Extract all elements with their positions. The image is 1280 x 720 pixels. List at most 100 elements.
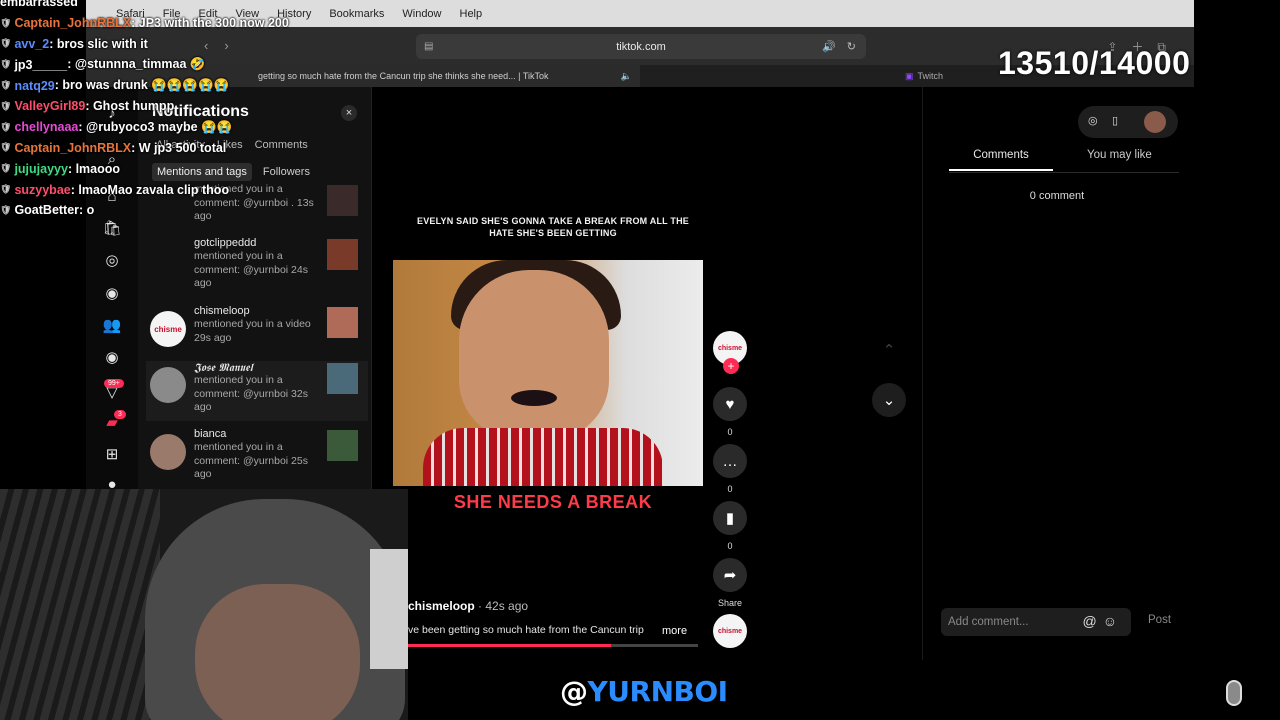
chat-message: 🛡 avv_2: bros slic with it	[0, 34, 420, 55]
phone-icon[interactable]: ▯	[1112, 114, 1118, 127]
chat-username: Captain_JohnRBLX	[14, 16, 132, 31]
chat-badge-icon: 🛡	[0, 184, 12, 195]
video-feed: EVELYN SAID SHE'S GONNA TAKE A BREAK FRO…	[372, 87, 922, 660]
notification-thumbnail[interactable]	[327, 363, 358, 394]
explore-icon[interactable]: ◎	[100, 248, 124, 272]
audio-playing-icon[interactable]: 🔊	[822, 40, 836, 53]
notification-thumbnail[interactable]	[327, 239, 358, 270]
chat-badge-icon: 🛡	[0, 121, 12, 132]
video-overlay-caption: EVELYN SAID SHE'S GONNA TAKE A BREAK FRO…	[417, 216, 689, 238]
video-player[interactable]	[393, 260, 703, 486]
tab-comments-right[interactable]: Comments	[949, 149, 1053, 171]
comment-placeholder: Add comment...	[948, 616, 1029, 628]
chat-message: 🛡 suzyybae: lmaoMao zavala clip thoo	[0, 179, 420, 200]
chat-badge-icon: 🛡	[0, 80, 12, 91]
video-subject-shirt	[423, 428, 663, 486]
more-button[interactable]: more	[662, 625, 687, 637]
chat-text: : @rubyoco3 maybe 😭😭	[78, 119, 233, 134]
friends-icon[interactable]: 👥	[100, 313, 124, 337]
chat-username: suzyybae	[14, 182, 71, 197]
comment-count: 0	[727, 484, 733, 494]
chat-text: : @stunnna_timmaa 🤣	[67, 57, 206, 72]
activity-badge: 99+	[104, 379, 124, 388]
chat-text: : lmaooo	[67, 161, 121, 176]
chat-text: : lmaoMao zavala clip thoo	[70, 182, 230, 197]
chevron-up-icon[interactable]: ⌃	[872, 333, 906, 367]
chat-message: embarrassed	[0, 0, 420, 13]
chat-message: 🛡 Captain_JohnRBLX: W jp3 500 total	[0, 138, 420, 159]
tab-you-may-like[interactable]: You may like	[1087, 149, 1152, 161]
mention-emoji-icons[interactable]: @☺	[1082, 613, 1123, 629]
page-menu-icon[interactable]: ▤	[424, 41, 433, 52]
following-avatar-icon[interactable]: ◉	[100, 281, 124, 305]
url-text: tiktok.com	[616, 40, 666, 53]
notification-item[interactable]: bianca mentioned you in a comment: @yurn…	[146, 428, 368, 488]
share-icon[interactable]: ➦	[713, 558, 747, 592]
device-icons: ◎ ▯	[1078, 106, 1178, 138]
chat-username: jp3_____	[14, 57, 68, 72]
follow-plus-icon[interactable]: +	[723, 358, 739, 374]
notification-item[interactable]: gotclippeddd mentioned you in a comment:…	[146, 237, 368, 297]
stream-chat-overlay: embarrassed 🛡 Captain_JohnRBLX: JP3 with t…	[0, 0, 420, 221]
reload-icon[interactable]: ↻	[847, 40, 856, 53]
chat-username: jujujayyy	[14, 161, 68, 176]
chat-text: : W jp3 500 total	[131, 140, 227, 155]
notification-item[interactable]: 𝕵𝖔𝖘𝖊 𝕸𝖆𝖓𝖚𝖊𝖑 mentioned you in a comment: …	[146, 361, 368, 421]
video-subject-face	[459, 270, 609, 440]
handle-at: @	[560, 675, 588, 708]
comment-input[interactable]: Add comment... @☺	[941, 608, 1131, 636]
notification-thumbnail[interactable]	[327, 430, 358, 461]
video-author[interactable]: chismeloop · 42s ago	[408, 599, 528, 613]
chat-text: : bro was drunk 😭😭😭😭😭	[54, 78, 230, 93]
user-avatar[interactable]	[1144, 111, 1166, 133]
video-subject-lips	[511, 390, 557, 406]
video-author-name[interactable]: chismeloop	[408, 599, 475, 613]
chat-badge-icon: 🛡	[0, 204, 12, 215]
heart-icon[interactable]: ♥	[713, 387, 747, 421]
video-progress-fill	[408, 644, 611, 647]
webcam-blinds	[0, 489, 160, 720]
avatar[interactable]: chisme	[150, 311, 186, 347]
menu-help[interactable]: Help	[460, 8, 483, 20]
address-bar[interactable]: ▤ tiktok.com 🔊 ↻	[416, 34, 866, 59]
video-progress-bar[interactable]	[408, 644, 698, 647]
like-count: 0	[727, 427, 733, 437]
avatar[interactable]	[150, 434, 186, 470]
chat-badge-icon: 🛡	[0, 17, 12, 28]
chat-badge-icon: 🛡	[0, 142, 12, 153]
notification-item[interactable]: chisme chismeloop mentioned you in a vid…	[146, 305, 368, 365]
chat-username: Captain_JohnRBLX	[14, 140, 132, 155]
notification-user[interactable]: gotclippeddd	[194, 237, 256, 249]
live-icon[interactable]: ◉	[100, 345, 124, 369]
goal-counter: 13510/14000	[998, 45, 1191, 81]
chat-message: 🛡 GoatBetter: o	[0, 200, 420, 221]
chat-text: : Ghost humpp	[85, 99, 175, 114]
tab-mute-icon[interactable]: 🔈	[621, 71, 632, 82]
right-tabs: Comments You may like	[949, 145, 1179, 173]
video-title-text: SHE NEEDS A BREAK	[453, 492, 653, 512]
notification-user[interactable]: 𝕵𝖔𝖘𝖊 𝕸𝖆𝖓𝖚𝖊𝖑	[194, 361, 253, 375]
video-age: · 42s ago	[474, 599, 529, 613]
notification-user[interactable]: chismeloop	[194, 305, 250, 317]
chat-username: avv_2	[14, 36, 50, 51]
chat-username: embarrassed	[0, 0, 78, 10]
comment-icon[interactable]: …	[713, 444, 747, 478]
compass-icon[interactable]: ◎	[1088, 114, 1098, 127]
sound-disc-icon[interactable]: chisme	[713, 614, 747, 648]
upload-icon[interactable]: ⊞	[100, 442, 124, 466]
avatar[interactable]	[150, 367, 186, 403]
bookmark-icon[interactable]: ▮	[713, 501, 747, 535]
share-label: Share	[717, 598, 743, 608]
chat-username: ValleyGirl89	[14, 99, 86, 114]
post-button[interactable]: Post	[1148, 614, 1171, 626]
chat-badge-icon: 🛡	[0, 100, 12, 111]
chat-text: : o	[79, 203, 95, 218]
chevron-down-icon[interactable]: ⌄	[872, 383, 906, 417]
chat-message: 🛡 natq29: bro was drunk 😭😭😭😭😭	[0, 75, 420, 96]
chat-message: 🛡 chellynaaa: @rubyoco3 maybe 😭😭	[0, 117, 420, 138]
notification-thumbnail[interactable]	[327, 307, 358, 338]
webcam-wall	[370, 549, 408, 669]
notification-user[interactable]: bianca	[194, 428, 226, 440]
notification-text: mentioned you in a video 29s ago	[194, 318, 311, 344]
right-panel: ◎ ▯ Comments You may like 0 comment Add …	[922, 87, 1194, 660]
